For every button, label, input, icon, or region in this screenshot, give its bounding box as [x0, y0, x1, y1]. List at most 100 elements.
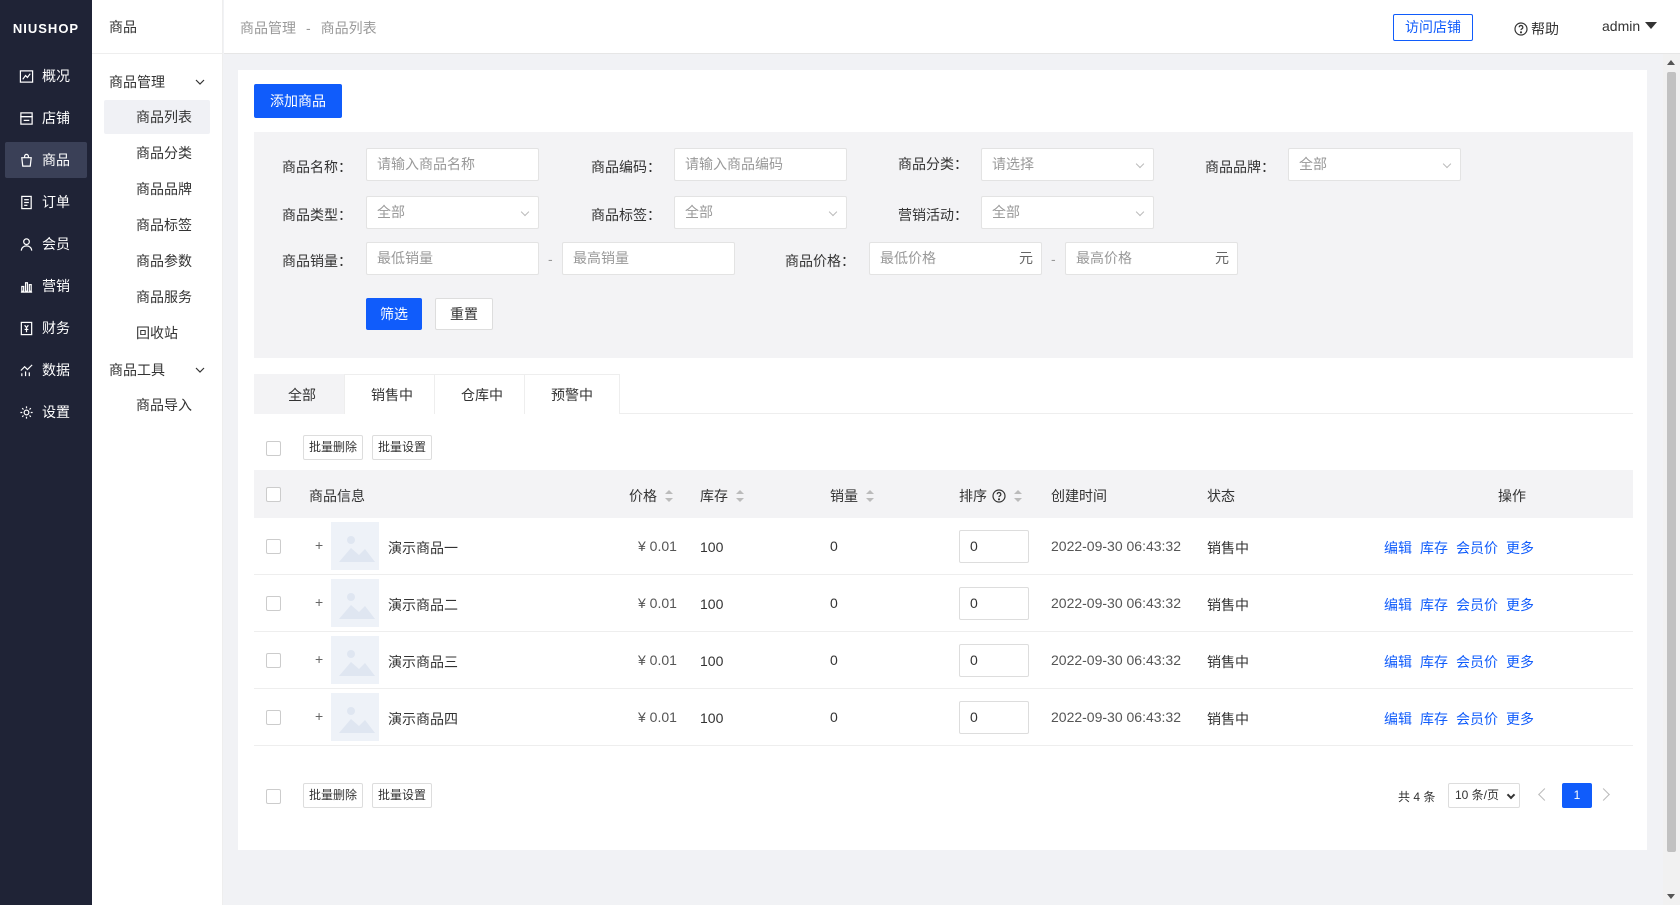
edit-link[interactable]: 编辑 [1384, 538, 1412, 558]
sales-max-input[interactable]: 最高销量 [562, 242, 735, 275]
filter-button[interactable]: 筛选 [366, 298, 422, 330]
subnav-item-goods-category[interactable]: 商品分类 [104, 136, 210, 170]
row-checkbox[interactable] [266, 596, 281, 611]
scroll-up-icon[interactable] [1667, 60, 1675, 65]
sidebar-item-label: 商品 [42, 152, 70, 168]
sort-input[interactable]: 0 [959, 587, 1029, 620]
subnav-item-goods-tag[interactable]: 商品标签 [104, 208, 210, 242]
header-checkbox[interactable] [266, 487, 281, 502]
page-number-current[interactable]: 1 [1562, 783, 1592, 808]
subnav-item-goods-list[interactable]: 商品列表 [104, 100, 210, 134]
tab-on-sale[interactable]: 销售中 [344, 374, 440, 414]
column-header-stock[interactable]: 库存 [700, 486, 744, 506]
goods-name[interactable]: 演示商品三 [388, 652, 458, 672]
subnav-item-goods-params[interactable]: 商品参数 [104, 244, 210, 278]
goods-tag-select[interactable]: 全部 [674, 196, 847, 229]
sidebar-item-finance[interactable]: 财务 [5, 310, 87, 346]
sort-icon[interactable] [1014, 490, 1022, 502]
sort-input[interactable]: 0 [959, 530, 1029, 563]
stock-link[interactable]: 库存 [1420, 538, 1448, 558]
goods-category-select[interactable]: 请选择 [981, 148, 1154, 181]
goods-name[interactable]: 演示商品四 [388, 709, 458, 729]
visit-store-button[interactable]: 访问店铺 [1393, 14, 1473, 41]
subnav-group-goods-tools[interactable]: 商品工具 [92, 352, 222, 388]
app-logo[interactable]: NIUSHOP [0, 0, 92, 58]
help-link[interactable]: 帮助 [1514, 19, 1559, 39]
goods-brand-select[interactable]: 全部 [1288, 148, 1461, 181]
edit-link[interactable]: 编辑 [1384, 709, 1412, 729]
stock-link[interactable]: 库存 [1420, 709, 1448, 729]
tab-in-warehouse[interactable]: 仓库中 [434, 374, 530, 414]
reset-button[interactable]: 重置 [435, 298, 493, 330]
sales-min-input[interactable]: 最低销量 [366, 242, 539, 275]
sort-icon[interactable] [866, 490, 874, 502]
sort-icon[interactable] [665, 490, 673, 502]
row-checkbox[interactable] [266, 653, 281, 668]
sidebar-item-settings[interactable]: 设置 [5, 394, 87, 430]
price-max-input[interactable]: 最高价格 元 [1065, 242, 1238, 275]
more-link[interactable]: 更多 [1506, 595, 1534, 615]
goods-name-input[interactable]: 请输入商品名称 [366, 148, 539, 181]
column-header-sort[interactable]: 排序 [959, 486, 1022, 506]
goods-name[interactable]: 演示商品二 [388, 595, 458, 615]
sidebar-item-store[interactable]: 店铺 [5, 100, 87, 136]
row-checkbox[interactable] [266, 710, 281, 725]
more-link[interactable]: 更多 [1506, 652, 1534, 672]
select-all-checkbox-bottom[interactable] [266, 789, 281, 804]
expand-row-icon[interactable]: + [315, 708, 323, 724]
sidebar-item-member[interactable]: 会员 [5, 226, 87, 262]
next-page-icon[interactable] [1597, 788, 1610, 801]
goods-code-input[interactable]: 请输入商品编码 [674, 148, 847, 181]
add-goods-button[interactable]: 添加商品 [254, 84, 342, 118]
subnav-item-goods-brand[interactable]: 商品品牌 [104, 172, 210, 206]
page-size-select[interactable]: 10 条/页 [1448, 783, 1520, 808]
more-link[interactable]: 更多 [1506, 538, 1534, 558]
price-min-input[interactable]: 最低价格 元 [869, 242, 1042, 275]
batch-delete-button[interactable]: 批量删除 [303, 435, 364, 460]
column-label: 库存 [700, 488, 728, 504]
sort-input[interactable]: 0 [959, 644, 1029, 677]
sidebar-item-marketing[interactable]: 营销 [5, 268, 87, 304]
goods-name[interactable]: 演示商品一 [388, 538, 458, 558]
batch-set-button-bottom[interactable]: 批量设置 [372, 783, 433, 808]
member-price-link[interactable]: 会员价 [1456, 595, 1498, 615]
sort-icon[interactable] [736, 490, 744, 502]
edit-link[interactable]: 编辑 [1384, 652, 1412, 672]
caret-down-icon [1645, 22, 1658, 29]
sidebar-item-overview[interactable]: 概况 [5, 58, 87, 94]
sidebar-item-data[interactable]: 数据 [5, 352, 87, 388]
stock-link[interactable]: 库存 [1420, 595, 1448, 615]
marketing-activity-select[interactable]: 全部 [981, 196, 1154, 229]
sort-input[interactable]: 0 [959, 701, 1029, 734]
edit-link[interactable]: 编辑 [1384, 595, 1412, 615]
user-menu[interactable]: admin [1602, 18, 1658, 34]
select-all-checkbox[interactable] [266, 441, 281, 456]
sidebar-item-goods[interactable]: 商品 [5, 142, 87, 178]
sidebar-item-order[interactable]: 订单 [5, 184, 87, 220]
tab-all[interactable]: 全部 [254, 374, 350, 414]
scroll-down-icon[interactable] [1667, 894, 1675, 899]
page-scrollbar[interactable] [1663, 54, 1680, 905]
batch-set-button[interactable]: 批量设置 [372, 435, 433, 460]
scrollbar-thumb[interactable] [1667, 72, 1676, 852]
more-link[interactable]: 更多 [1506, 709, 1534, 729]
column-header-sales[interactable]: 销量 [830, 486, 874, 506]
subnav-group-goods-management[interactable]: 商品管理 [92, 64, 222, 100]
goods-type-select[interactable]: 全部 [366, 196, 539, 229]
column-header-price[interactable]: 价格 [629, 486, 673, 506]
expand-row-icon[interactable]: + [315, 594, 323, 610]
subnav-item-goods-service[interactable]: 商品服务 [104, 280, 210, 314]
batch-delete-button-bottom[interactable]: 批量删除 [303, 783, 364, 808]
breadcrumb-item[interactable]: 商品管理 [240, 20, 296, 36]
subnav-item-goods-import[interactable]: 商品导入 [104, 388, 210, 422]
member-price-link[interactable]: 会员价 [1456, 709, 1498, 729]
expand-row-icon[interactable]: + [315, 537, 323, 553]
stock-link[interactable]: 库存 [1420, 652, 1448, 672]
expand-row-icon[interactable]: + [315, 651, 323, 667]
row-checkbox[interactable] [266, 539, 281, 554]
prev-page-icon[interactable] [1538, 788, 1551, 801]
tab-warning[interactable]: 预警中 [524, 374, 620, 414]
member-price-link[interactable]: 会员价 [1456, 652, 1498, 672]
member-price-link[interactable]: 会员价 [1456, 538, 1498, 558]
subnav-item-recycle-bin[interactable]: 回收站 [104, 316, 210, 350]
